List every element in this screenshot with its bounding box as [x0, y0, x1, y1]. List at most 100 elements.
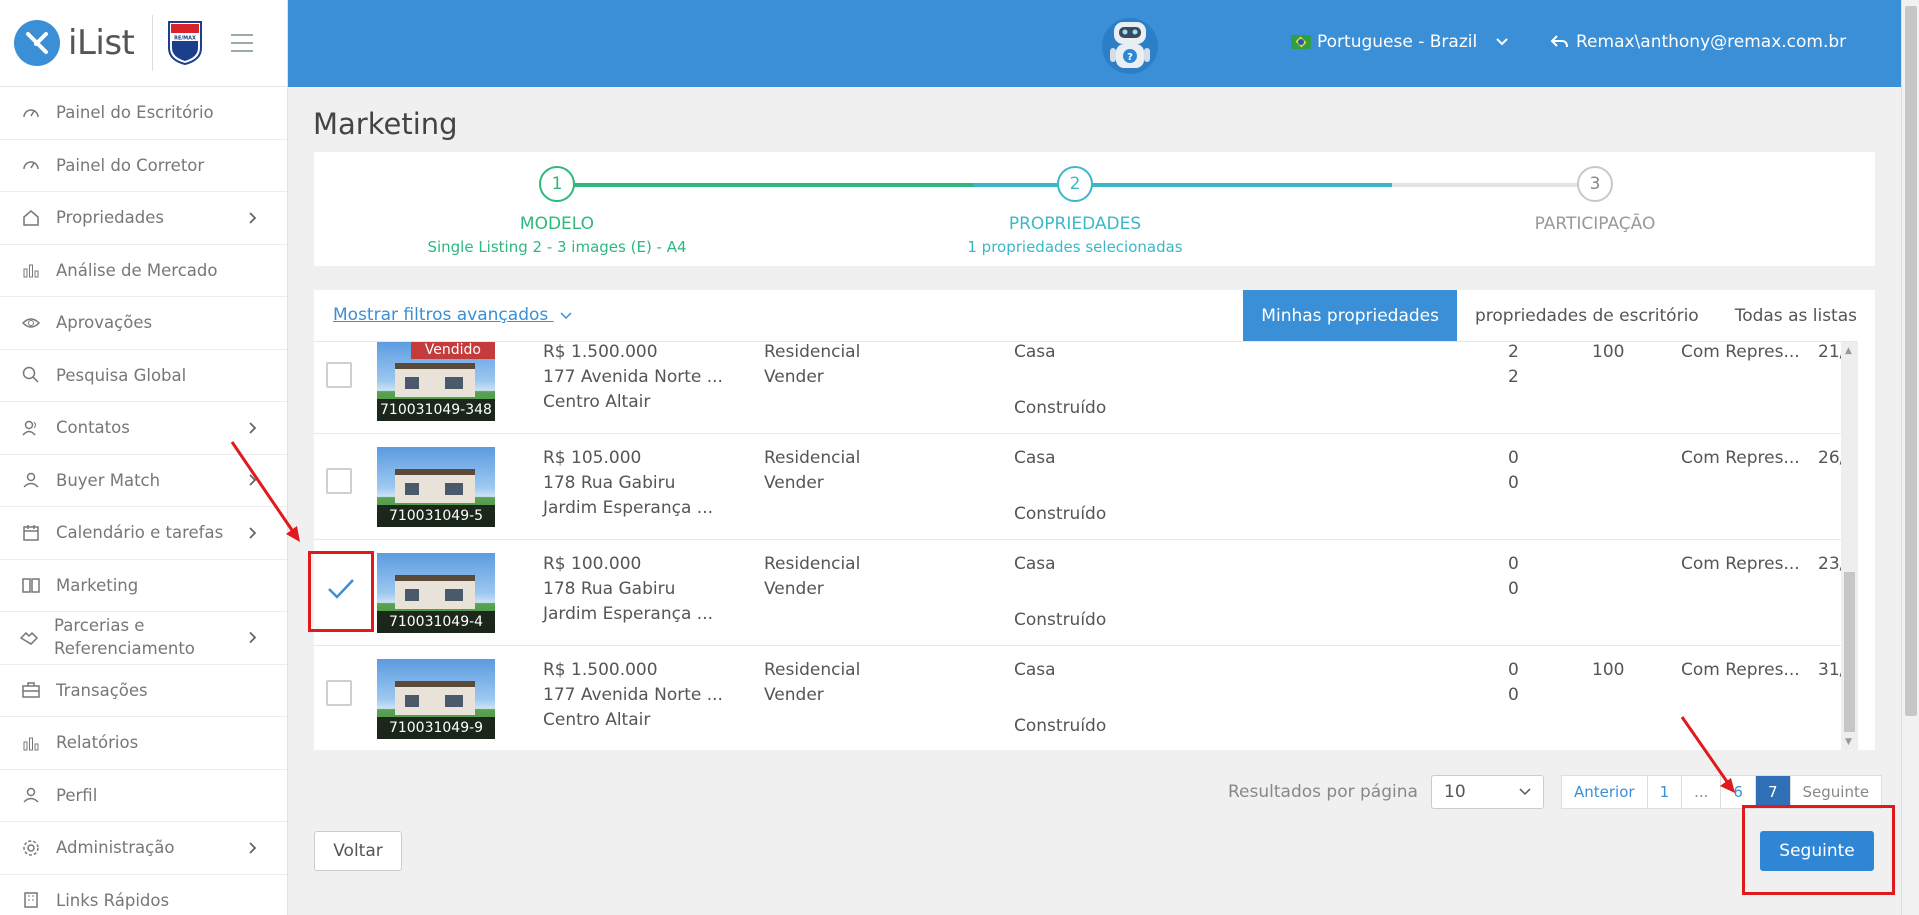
menu-toggle-icon[interactable] — [231, 34, 254, 52]
cell-type: Casa — [1014, 554, 1056, 574]
sidebar-item-0[interactable]: Painel do Escritório — [0, 87, 287, 140]
page-1-button[interactable]: 1 — [1648, 776, 1683, 808]
sidebar-item-8[interactable]: Calendário e tarefas — [0, 507, 287, 560]
sidebar-item-2[interactable]: Propriedades — [0, 192, 287, 245]
step-propriedades[interactable]: 2 PROPRIEDADES 1 propriedades selecionad… — [875, 166, 1275, 256]
cell-n1: 0 — [1508, 448, 1519, 468]
sidebar-item-7[interactable]: Buyer Match — [0, 455, 287, 507]
property-thumbnail[interactable]: 710031049-4 — [377, 553, 495, 633]
listing-tabs: Minhas propriedades propriedades de escr… — [1243, 290, 1875, 341]
sidebar-item-4[interactable]: Aprovações — [0, 297, 287, 350]
ilist-logo-icon[interactable] — [14, 20, 60, 66]
table-row: 710031049-9 R$ 1.500.000 177 Avenida Norte… — [314, 646, 1858, 750]
cell-price: R$ 100.000 — [543, 554, 642, 574]
row-checkbox[interactable] — [326, 680, 352, 706]
sidebar-item-6[interactable]: Contatos — [0, 402, 287, 455]
handshake-icon — [18, 627, 40, 649]
cell-rep: Com Repres... — [1681, 342, 1800, 362]
sidebar-item-13[interactable]: Perfil — [0, 770, 287, 822]
step-number: 2 — [1057, 166, 1093, 202]
sidebar-item-label: Aprovações — [56, 313, 153, 333]
cell-status: Construído — [1014, 610, 1107, 630]
row-checkbox[interactable] — [326, 468, 352, 494]
step-number: 3 — [1577, 166, 1613, 202]
sidebar-item-11[interactable]: Transações — [0, 665, 287, 717]
step-participacao[interactable]: 3 PARTICIPAÇÃO — [1395, 166, 1795, 234]
chevron-right-icon — [248, 836, 257, 860]
cell-status: Construído — [1014, 504, 1107, 524]
sidebar-item-label: Painel do Escritório — [56, 103, 214, 123]
assistant-robot-icon[interactable]: ? — [1100, 12, 1160, 76]
step-title: PARTICIPAÇÃO — [1534, 214, 1656, 234]
step-title: PROPRIEDADES — [1008, 214, 1142, 234]
table-row: 710031049-5 R$ 105.000 178 Rua Gabiru Jardi… — [314, 434, 1858, 540]
search-icon — [20, 364, 42, 386]
cell-n2: 0 — [1508, 579, 1519, 599]
sidebar-item-14[interactable]: Administração — [0, 822, 287, 875]
brazil-flag-icon — [1291, 35, 1311, 49]
chevron-down-icon — [1495, 32, 1509, 52]
advanced-filters-label: Mostrar filtros avançados — [333, 305, 549, 325]
language-selector[interactable]: Portuguese - Brazil — [1291, 32, 1509, 52]
logo-bar: iList RE/MAX — [0, 0, 287, 87]
sidebar-item-12[interactable]: Relatórios — [0, 717, 287, 770]
sidebar-item-10[interactable]: Parcerias e Referenciamento — [0, 612, 287, 665]
page-next-button[interactable]: Seguinte — [1791, 776, 1882, 808]
tab-minhas-propriedades[interactable]: Minhas propriedades — [1243, 290, 1457, 341]
calendar-icon — [20, 522, 42, 544]
per-page-value: 10 — [1444, 782, 1466, 802]
dashboard-icon — [20, 102, 42, 124]
user-account[interactable]: Remax\anthony@remax.com.br — [1550, 32, 1846, 52]
per-page-select[interactable]: 10 — [1431, 775, 1544, 809]
cell-status: Construído — [1014, 716, 1107, 736]
page-6-button[interactable]: 6 — [1721, 776, 1756, 808]
sidebar-item-label: Perfil — [56, 785, 98, 805]
sidebar-item-label: Administração — [56, 838, 175, 858]
cell-rep: Com Repres... — [1681, 448, 1800, 468]
listing-id: 710031049-5 — [377, 505, 495, 527]
cell-address: 177 Avenida Norte ... — [543, 685, 723, 705]
property-thumbnail[interactable]: Vendido 710031049-348 — [377, 342, 495, 421]
sidebar-item-5[interactable]: Pesquisa Global — [0, 350, 287, 402]
briefcase-icon — [20, 679, 42, 701]
cell-size: 100 — [1592, 660, 1625, 680]
sidebar-item-label: Relatórios — [56, 733, 139, 753]
page-scrollbar[interactable] — [1901, 0, 1919, 915]
sidebar-item-1[interactable]: Painel do Corretor — [0, 140, 287, 192]
cell-rep: Com Repres... — [1681, 554, 1800, 574]
cell-area: Jardim Esperança ... — [543, 604, 714, 624]
tab-todas-listas[interactable]: Todas as listas — [1717, 290, 1875, 341]
sidebar-item-label: Links Rápidos — [56, 890, 170, 910]
cell-n1: 0 — [1508, 660, 1519, 680]
cell-price: R$ 1.500.000 — [543, 342, 658, 362]
sidebar-item-3[interactable]: Análise de Mercado — [0, 245, 287, 297]
sidebar-item-15[interactable]: Links Rápidos — [0, 875, 287, 915]
table-row: 710031049-4 R$ 100.000 178 Rua Gabiru Jardi… — [314, 540, 1858, 646]
step-title: MODELO — [519, 214, 595, 234]
step-modelo[interactable]: 1 MODELO Single Listing 2 - 3 images (E)… — [357, 166, 757, 256]
table-scrollbar[interactable]: ▲ ▼ — [1841, 342, 1858, 750]
person-icon — [20, 784, 42, 806]
wizard-stepper: 1 MODELO Single Listing 2 - 3 images (E)… — [314, 152, 1875, 266]
sidebar-item-label-line1: Parcerias e — [54, 616, 145, 636]
cell-type: Casa — [1014, 660, 1056, 680]
eye-icon — [20, 312, 42, 334]
property-thumbnail[interactable]: 710031049-9 — [377, 659, 495, 739]
tab-propriedades-escritorio[interactable]: propriedades de escritório — [1457, 290, 1717, 341]
svg-text:RE/MAX: RE/MAX — [174, 36, 196, 42]
row-checkbox[interactable] — [326, 362, 352, 388]
next-button-highlight-box — [1742, 805, 1895, 895]
gear-icon — [20, 837, 42, 859]
listing-panel: Mostrar filtros avançados Minhas proprie… — [314, 290, 1875, 750]
back-button[interactable]: Voltar — [314, 831, 402, 871]
page-prev-button[interactable]: Anterior — [1562, 776, 1648, 808]
listing-id: 710031049-4 — [377, 611, 495, 633]
property-thumbnail[interactable]: 710031049-5 — [377, 447, 495, 527]
sidebar-item-label-line2: Referenciamento — [54, 638, 195, 658]
cell-size: 100 — [1592, 342, 1625, 362]
advanced-filters-link[interactable]: Mostrar filtros avançados — [333, 305, 572, 325]
cell-area: Centro Altair — [543, 710, 651, 730]
cell-status: Construído — [1014, 398, 1107, 418]
page-7-button[interactable]: 7 — [1755, 776, 1791, 808]
sidebar-item-9[interactable]: Marketing — [0, 560, 287, 612]
